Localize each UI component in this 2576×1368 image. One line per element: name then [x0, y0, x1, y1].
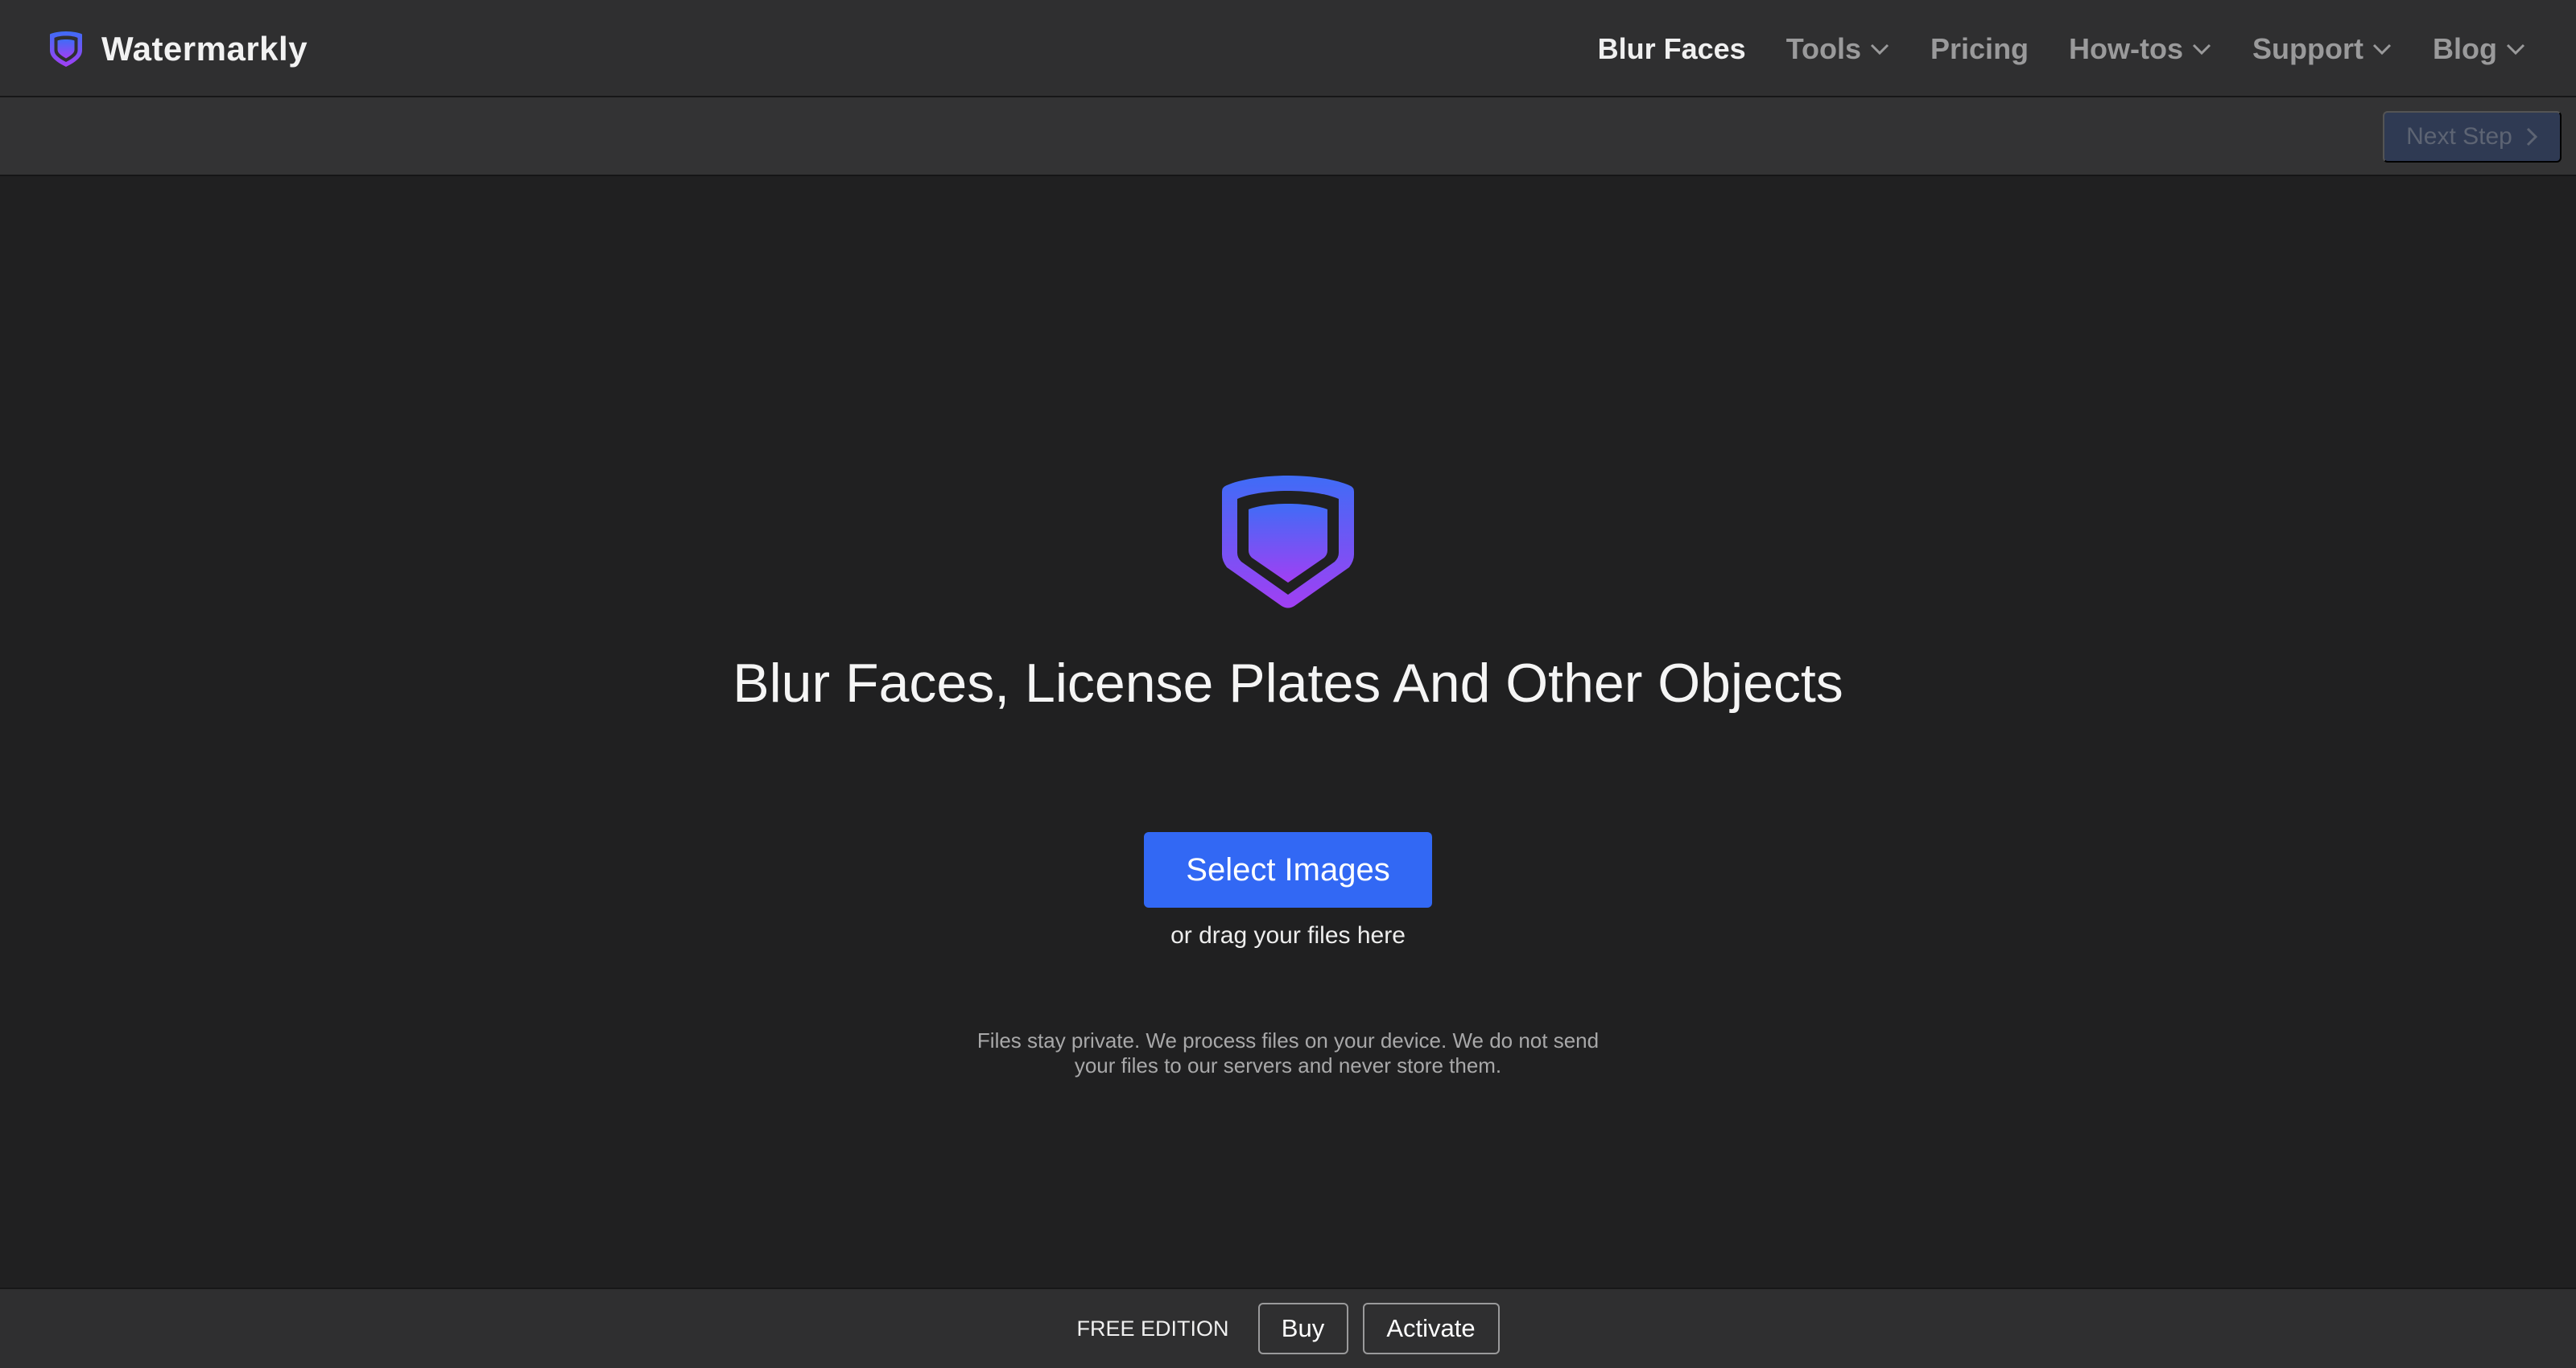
brand-name: Watermarkly — [101, 30, 308, 68]
nav-item-blur-faces[interactable]: Blur Faces — [1598, 32, 1746, 66]
nav-item-label: Pricing — [1930, 32, 2029, 65]
nav-item-support[interactable]: Support — [2252, 32, 2392, 66]
shield-icon — [1222, 476, 1354, 608]
privacy-note: Files stay private. We process files on … — [976, 1028, 1600, 1078]
main-nav: Blur Faces Tools Pricing How-tos Support… — [1558, 26, 2526, 72]
top-navigation-bar: Watermarkly Blur Faces Tools Pricing How… — [0, 0, 2576, 97]
license-footer: FREE EDITION Buy Activate — [0, 1288, 2576, 1368]
nav-item-tools[interactable]: Tools — [1786, 32, 1890, 66]
shield-icon — [50, 31, 82, 67]
nav-item-how-tos[interactable]: How-tos — [2069, 32, 2212, 66]
drag-drop-hint: or drag your files here — [1170, 922, 1406, 949]
nav-item-blog[interactable]: Blog — [2433, 32, 2526, 66]
edition-label: FREE EDITION — [1076, 1316, 1229, 1341]
chevron-down-icon — [1870, 43, 1889, 56]
nav-item-label: Support — [2252, 32, 2364, 65]
nav-item-label: Blog — [2433, 32, 2497, 65]
nav-item-pricing[interactable]: Pricing — [1930, 32, 2029, 66]
chevron-right-icon — [2526, 127, 2537, 146]
upload-area[interactable]: Blur Faces, License Plates And Other Obj… — [0, 176, 2576, 1288]
next-step-button[interactable]: Next Step — [2383, 111, 2562, 163]
nav-item-label: Blur Faces — [1597, 32, 1746, 65]
step-toolbar: Next Step — [0, 97, 2576, 176]
chevron-down-icon — [2372, 43, 2392, 56]
chevron-down-icon — [2506, 43, 2525, 56]
activate-button[interactable]: Activate — [1362, 1303, 1500, 1354]
chevron-down-icon — [2192, 43, 2211, 56]
brand-link[interactable]: Watermarkly — [48, 29, 308, 69]
select-images-button[interactable]: Select Images — [1144, 832, 1432, 908]
nav-item-label: Tools — [1785, 32, 1862, 65]
nav-item-label: How-tos — [2069, 32, 2184, 65]
buy-button[interactable]: Buy — [1257, 1303, 1348, 1354]
page-title: Blur Faces, License Plates And Other Obj… — [733, 653, 1843, 714]
next-step-label: Next Step — [2406, 123, 2512, 150]
